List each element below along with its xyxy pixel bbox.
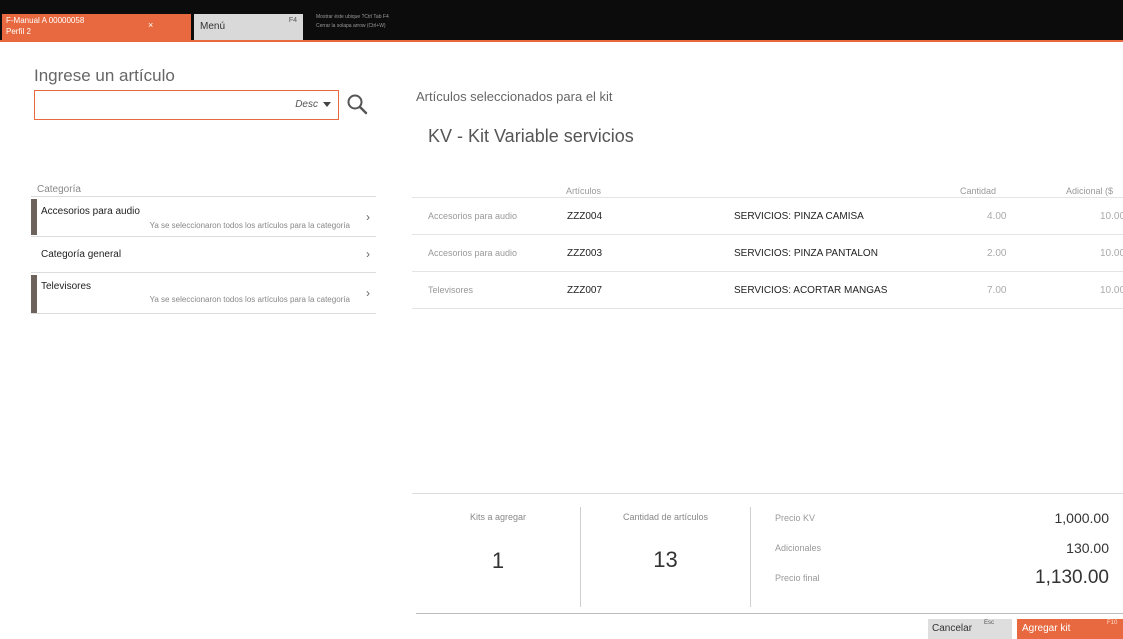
- shortcut-hint: Mostrar éste ubique ?Ctrl Tab F4: [316, 14, 389, 20]
- article-search-input[interactable]: Desc: [34, 90, 339, 120]
- column-header-quantity: Cantidad: [960, 186, 997, 196]
- row-description: SERVICIOS: PINZA CAMISA: [734, 211, 864, 222]
- items-count-value: 13: [653, 547, 678, 572]
- divider: [412, 493, 1123, 494]
- category-name: Categoría general: [41, 249, 122, 260]
- row-description: SERVICIOS: ACORTAR MANGAS: [734, 285, 888, 296]
- kits-label: Kits a agregar: [469, 512, 527, 522]
- column-header-additional: Adicional ($: [1066, 186, 1114, 196]
- price-kv-value: 1,000.00: [1054, 510, 1110, 526]
- cancel-label: Cancelar: [932, 623, 973, 634]
- search-mode-select[interactable]: Desc: [295, 99, 318, 110]
- tab-menu-shortcut: F4: [288, 17, 297, 24]
- kits-value: 1: [491, 548, 505, 573]
- table-row[interactable]: Accesorios para audio ZZZ003 SERVICIOS: …: [412, 235, 1123, 272]
- column-header-articles: Artículos: [566, 186, 602, 196]
- divider: [416, 613, 1123, 614]
- row-code: ZZZ004: [567, 211, 603, 222]
- shortcut-hint: Cerrar la solapa arrow (Ctrl+W): [316, 23, 386, 29]
- final-price-label: Precio final: [775, 573, 820, 583]
- category-status: Ya se seleccionaron todos los artículos …: [149, 221, 350, 230]
- category-marker: [31, 275, 37, 313]
- chevron-right-icon: ›: [366, 286, 370, 300]
- tab-title: F-Manual A 00000058: [6, 16, 85, 25]
- divider: [31, 313, 376, 314]
- row-code: ZZZ003: [567, 248, 603, 259]
- row-quantity: 2.00: [987, 248, 1007, 259]
- table-row[interactable]: Accesorios para audio ZZZ004 SERVICIOS: …: [412, 198, 1123, 235]
- chevron-down-icon[interactable]: [323, 102, 331, 107]
- row-code: ZZZ007: [567, 285, 603, 296]
- cancel-button[interactable]: Cancelar Esc: [928, 619, 1012, 639]
- add-kit-shortcut: F10: [1107, 620, 1118, 626]
- tab-menu-label: Menú: [200, 21, 226, 32]
- tab-menu[interactable]: Menú F4: [194, 14, 303, 40]
- additional-value: 130.00: [1066, 540, 1109, 556]
- article-search-title: Ingrese un artículo: [34, 66, 175, 85]
- row-additional: 10.00: [1100, 248, 1123, 259]
- category-name: Accesorios para audio: [41, 206, 140, 217]
- search-icon[interactable]: [345, 92, 369, 116]
- category-status: Ya se seleccionaron todos los artículos …: [149, 295, 350, 304]
- chevron-right-icon: ›: [366, 247, 370, 261]
- tab-close-icon[interactable]: ×: [148, 20, 153, 30]
- add-kit-button[interactable]: Agregar kit F10: [1017, 619, 1123, 639]
- table-row[interactable]: Televisores ZZZ007 SERVICIOS: ACORTAR MA…: [412, 272, 1123, 309]
- row-quantity: 7.00: [987, 285, 1007, 296]
- row-category: Accesorios para audio: [428, 211, 518, 221]
- title-bar: F-Manual A 00000058 Perfil 2 × Menú F4 M…: [0, 0, 1123, 42]
- additional-label: Adicionales: [775, 543, 822, 553]
- panel-subtitle: Artículos seleccionados para el kit: [416, 89, 613, 104]
- category-name: Televisores: [41, 281, 92, 292]
- items-count-label: Cantidad de artículos: [622, 512, 709, 522]
- divider: [750, 507, 751, 607]
- row-additional: 10.00: [1100, 285, 1123, 296]
- category-item[interactable]: Categoría general ›: [31, 236, 376, 272]
- kit-title: KV - Kit Variable servicios: [428, 126, 634, 146]
- category-item[interactable]: Accesorios para audio Ya se seleccionaro…: [31, 196, 376, 236]
- chevron-right-icon: ›: [366, 210, 370, 224]
- category-item[interactable]: Televisores Ya se seleccionaron todos lo…: [31, 272, 376, 313]
- final-price-value: 1,130.00: [1035, 567, 1109, 588]
- cancel-shortcut: Esc: [984, 620, 995, 626]
- row-additional: 10.00: [1100, 211, 1123, 222]
- category-marker: [31, 199, 37, 235]
- row-description: SERVICIOS: PINZA PANTALON: [734, 248, 878, 259]
- category-header: Categoría: [37, 184, 81, 195]
- tab-manual-invoice[interactable]: F-Manual A 00000058 Perfil 2 ×: [2, 14, 191, 40]
- row-category: Accesorios para audio: [428, 248, 518, 258]
- row-quantity: 4.00: [987, 211, 1007, 222]
- row-category: Televisores: [428, 285, 474, 295]
- tab-profile: Perfil 2: [6, 27, 31, 36]
- add-kit-label: Agregar kit: [1022, 623, 1071, 634]
- price-kv-label: Precio KV: [775, 513, 816, 523]
